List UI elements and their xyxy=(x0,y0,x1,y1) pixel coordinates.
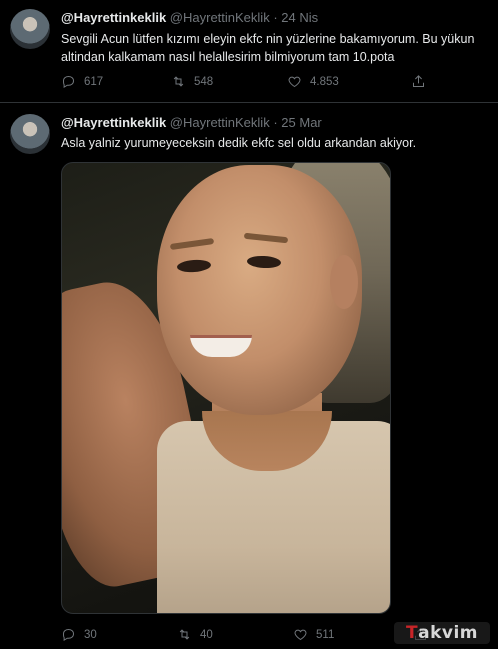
reply-count: 617 xyxy=(84,75,104,88)
reply-icon xyxy=(62,75,75,89)
retweet-button[interactable]: 40 xyxy=(177,627,213,642)
reply-button[interactable]: 617 xyxy=(61,74,103,89)
like-count: 511 xyxy=(316,628,335,641)
like-count: 4.853 xyxy=(310,75,339,88)
author-handle[interactable]: @HayrettinKeklik xyxy=(170,115,270,130)
separator-dot: · xyxy=(273,115,278,130)
retweet-icon xyxy=(173,76,184,87)
author-handle[interactable]: @HayrettinKeklik xyxy=(170,10,270,25)
retweet-count: 40 xyxy=(200,628,213,641)
reply-count: 30 xyxy=(84,628,97,641)
tweet-text: Asla yalniz yurumeyeceksin dedik ekfc se… xyxy=(61,134,491,152)
tweet-date[interactable]: 25 Mar xyxy=(281,115,321,130)
watermark-letter: T xyxy=(405,623,419,643)
tweet-header: @Hayrettinkeklik @HayrettinKeklik · 25 M… xyxy=(61,115,322,130)
takvim-watermark-logo: Takvim xyxy=(394,622,490,644)
tweet-actions: 617 548 4.853 xyxy=(61,74,481,92)
tweet-media-image[interactable] xyxy=(61,162,391,614)
heart-icon xyxy=(294,629,307,641)
tweet-text-line: altindan kalkamam nasıl helallesirim bil… xyxy=(61,50,395,64)
like-button[interactable]: 511 xyxy=(293,627,334,642)
tweet-date[interactable]: 24 Nis xyxy=(281,10,318,25)
tweet-text: Sevgili Acun lütfen kızımı eleyin ekfc n… xyxy=(61,30,491,66)
avatar[interactable] xyxy=(10,114,50,154)
tweet-text-line: Sevgili Acun lütfen kızımı eleyin ekfc n… xyxy=(61,32,475,46)
retweet-count: 548 xyxy=(194,75,214,88)
heart-icon xyxy=(288,76,301,88)
separator-dot: · xyxy=(273,10,278,25)
tweet[interactable]: @Hayrettinkeklik @HayrettinKeklik · 25 M… xyxy=(0,104,498,649)
tweet-header: @Hayrettinkeklik @HayrettinKeklik · 24 N… xyxy=(61,10,318,25)
author-name[interactable]: @Hayrettinkeklik xyxy=(61,115,166,130)
tweet[interactable]: @Hayrettinkeklik @HayrettinKeklik · 24 N… xyxy=(0,0,498,103)
reply-icon xyxy=(62,628,75,642)
like-button[interactable]: 4.853 xyxy=(287,74,339,89)
photo-ear xyxy=(330,255,358,309)
share-icon xyxy=(413,75,424,87)
retweet-button[interactable]: 548 xyxy=(171,74,213,89)
avatar[interactable] xyxy=(10,9,50,49)
author-name[interactable]: @Hayrettinkeklik xyxy=(61,10,166,25)
reply-button[interactable]: 30 xyxy=(61,627,97,642)
retweet-icon xyxy=(179,629,190,640)
watermark-text: akvim xyxy=(418,623,478,643)
share-button[interactable] xyxy=(411,74,426,89)
tweet-text-line: Asla yalniz yurumeyeceksin dedik ekfc se… xyxy=(61,136,417,150)
